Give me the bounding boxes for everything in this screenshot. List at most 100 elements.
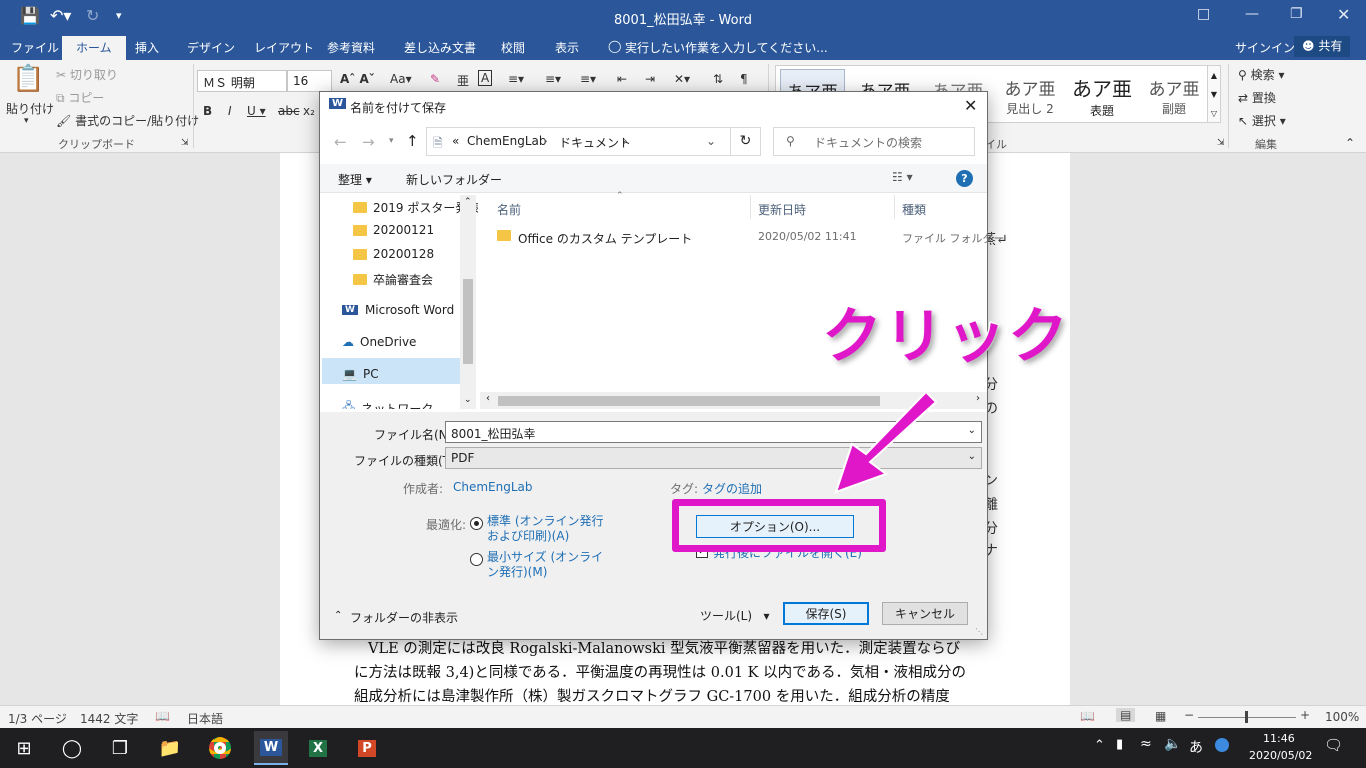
cut-button[interactable]: ✂ 切り取り [56, 66, 118, 83]
search-box[interactable]: ⚲ ドキュメントの検索 [773, 127, 975, 156]
font-name-box[interactable]: ＭＳ 明朝 [197, 70, 287, 92]
chevron-up-icon[interactable]: ⌃ [334, 610, 342, 621]
underline-icon[interactable]: U ▾ [247, 104, 266, 118]
volume-icon[interactable]: 🔈 [1164, 736, 1181, 752]
back-arrow-icon[interactable]: ← [334, 133, 347, 151]
breadcrumb-separator-icon[interactable]: › [623, 134, 628, 148]
tab-insert[interactable]: 挿入 [135, 39, 159, 56]
close-window-icon[interactable]: ✕ [1337, 5, 1350, 24]
replace-button[interactable]: ⇄ 置換 [1238, 89, 1276, 106]
page-count[interactable]: 1/3 ページ [8, 710, 67, 727]
breadcrumb-separator-icon[interactable]: › [543, 134, 548, 148]
save-button[interactable]: 保存(S) [783, 602, 869, 625]
increase-indent-icon[interactable]: ⇥ [645, 72, 655, 86]
character-border-icon[interactable]: A [478, 70, 493, 86]
file-row[interactable]: Office のカスタム テンプレート 2020/05/02 11:41 ファイ… [497, 229, 1005, 247]
nav-item-onedrive[interactable]: ☁ OneDrive [342, 335, 416, 349]
nav-item-word[interactable]: W Microsoft Word [342, 303, 454, 317]
italic-icon[interactable]: I [228, 104, 232, 118]
tray-chevron-icon[interactable]: ⌃ [1094, 738, 1105, 753]
word-count[interactable]: 1442 文字 [80, 710, 138, 727]
scroll-down-icon[interactable]: ⌄ [464, 395, 472, 405]
breadcrumb-item[interactable]: ドキュメント [559, 134, 631, 151]
read-mode-icon[interactable]: 📖 [1080, 709, 1095, 723]
scroll-up-icon[interactable]: ⌃ [464, 197, 472, 207]
multilevel-list-icon[interactable]: ≡▾ [580, 72, 596, 86]
up-arrow-icon[interactable]: ↑ [406, 132, 419, 150]
proofing-icon[interactable]: 📖 [155, 709, 170, 723]
zoom-slider-thumb[interactable] [1245, 711, 1248, 723]
maximize-icon[interactable]: ❐ [1290, 6, 1303, 22]
clock-time[interactable]: 11:46 [1263, 732, 1295, 745]
zoom-level[interactable]: 100% [1325, 710, 1359, 724]
dialog-close-icon[interactable]: ✕ [964, 96, 977, 115]
web-layout-icon[interactable]: ▦ [1155, 709, 1166, 723]
sort-icon[interactable]: ⇅ [713, 72, 723, 86]
organize-button[interactable]: 整理 ▾ [338, 171, 372, 188]
decrease-indent-icon[interactable]: ⇤ [617, 72, 627, 86]
show-marks-icon[interactable]: ¶ [740, 72, 748, 86]
nav-item-pc[interactable]: 💻 PC [342, 367, 379, 381]
select-button[interactable]: ↖ 選択 ▾ [1238, 112, 1286, 129]
numbering-icon[interactable]: ≡▾ [545, 72, 561, 86]
excel-taskbar-icon[interactable]: X [304, 734, 332, 762]
format-painter-button[interactable]: 🖌 書式のコピー/貼り付け [56, 112, 199, 129]
optimize-standard-label[interactable]: 標準 (オンライン発行および印刷)(A) [487, 514, 612, 544]
scroll-right-icon[interactable]: › [976, 393, 980, 404]
style-item[interactable]: あア亜 表題 [1067, 69, 1137, 121]
tab-mailings[interactable]: 差し込み文書 [404, 39, 476, 56]
nav-item[interactable]: 20200121 [353, 223, 434, 237]
column-divider[interactable] [750, 195, 751, 219]
ribbon-display-options-icon[interactable]: □ [1197, 6, 1210, 22]
styles-launcher-icon[interactable]: ⇲ [1217, 138, 1225, 148]
tab-file[interactable]: ファイル [11, 39, 59, 56]
find-button[interactable]: ⚲ 検索 ▾ [1238, 66, 1284, 83]
styles-scroll[interactable]: ▲ ▼ ▽ [1207, 65, 1221, 123]
forward-arrow-icon[interactable]: → [362, 133, 375, 151]
collapse-ribbon-icon[interactable]: ⌃ [1345, 136, 1355, 150]
phonetic-guide-icon[interactable]: 亜 [457, 72, 469, 89]
tab-home[interactable]: ホーム [62, 36, 126, 62]
sign-in-link[interactable]: サインイン [1235, 39, 1295, 56]
author-value[interactable]: ChemEngLab [453, 480, 533, 494]
onedrive-tray-icon[interactable] [1215, 738, 1229, 752]
change-case-icon[interactable]: Aa▾ [390, 72, 412, 86]
file-list-scroll-thumb[interactable] [498, 396, 880, 406]
print-layout-icon[interactable]: ▤ [1116, 708, 1136, 722]
clear-formatting-icon[interactable]: ✎ [430, 72, 440, 86]
grow-font-icon[interactable]: Aˆ Aˇ [340, 72, 375, 86]
tab-view[interactable]: 表示 [555, 39, 579, 56]
zoom-in-icon[interactable]: + [1300, 708, 1310, 722]
subscript-icon[interactable]: x₂ [303, 104, 315, 118]
resize-grip-icon[interactable]: ⋱ [975, 627, 983, 636]
strikethrough-icon[interactable]: abc [278, 104, 300, 118]
minimize-icon[interactable]: — [1245, 6, 1259, 22]
wifi-icon[interactable]: ≈ [1140, 736, 1152, 752]
notification-icon[interactable]: 🗨 [1324, 736, 1343, 754]
bold-icon[interactable]: B [203, 104, 212, 118]
tab-review[interactable]: 校閲 [501, 39, 525, 56]
column-type[interactable]: 種類 [902, 201, 926, 218]
recent-locations-icon[interactable]: ▾ [389, 136, 394, 146]
new-folder-button[interactable]: 新しいフォルダー [406, 171, 502, 188]
nav-item[interactable]: 卒論審査会 [353, 271, 433, 288]
paste-dropdown-icon[interactable]: ▾ [24, 116, 29, 126]
tools-button[interactable]: ツール(L) ▾ [700, 607, 770, 624]
column-date[interactable]: 更新日時 [758, 201, 806, 218]
word-taskbar-icon[interactable]: W [254, 731, 288, 765]
column-divider[interactable] [894, 195, 895, 219]
ime-indicator[interactable]: あ [1189, 737, 1203, 757]
cortana-search-icon[interactable]: ◯ [58, 734, 86, 762]
column-name[interactable]: 名前 [497, 201, 521, 218]
address-dropdown-icon[interactable]: ⌄ [706, 134, 716, 148]
nav-scroll-thumb[interactable] [463, 279, 473, 364]
paste-button[interactable]: 貼り付け [6, 100, 54, 117]
breadcrumb-item[interactable]: ChemEngLab [467, 134, 547, 148]
task-view-icon[interactable]: ❐ [106, 734, 134, 762]
clock-date[interactable]: 2020/05/02 [1249, 749, 1312, 762]
nav-item[interactable]: 20200128 [353, 247, 434, 261]
nav-item-network[interactable]: 🖧 ネットワーク [342, 398, 433, 409]
asian-layout-icon[interactable]: ✕▾ [674, 72, 690, 86]
tags-value[interactable]: タグの追加 [702, 480, 762, 497]
style-item[interactable]: あア亜 見出し 2 [995, 69, 1065, 121]
